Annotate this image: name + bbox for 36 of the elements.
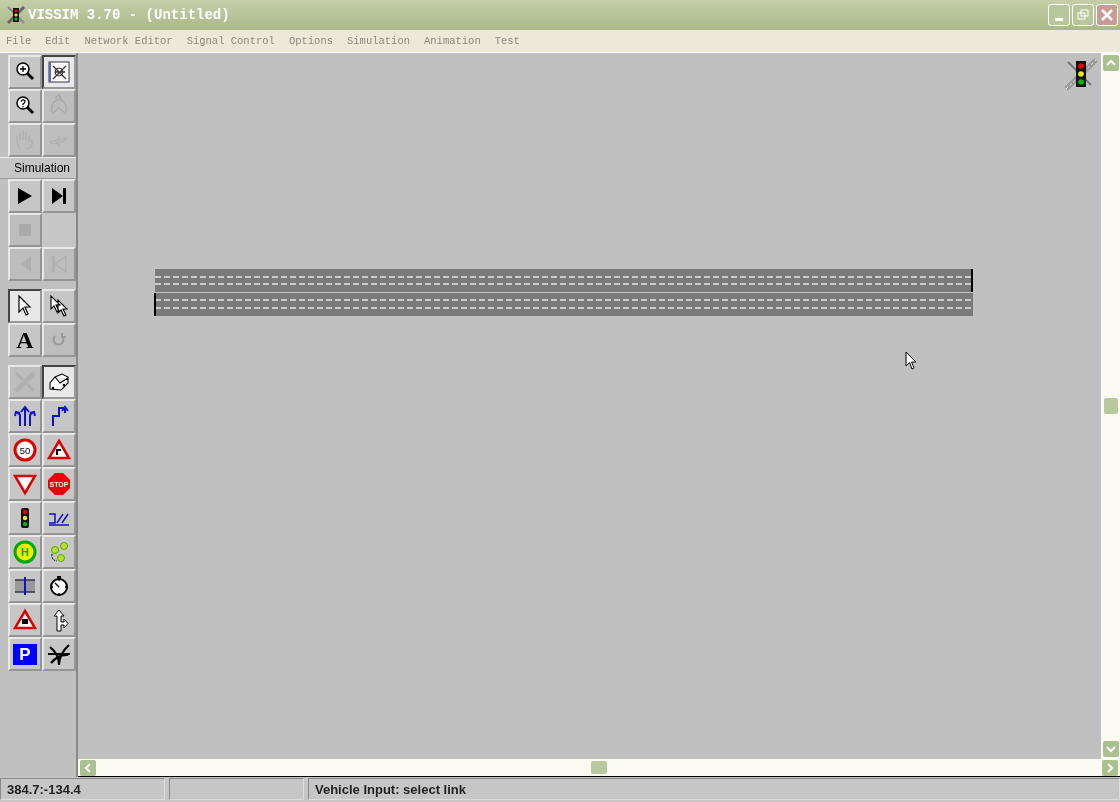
tool-button[interactable] xyxy=(42,55,76,89)
network-icon xyxy=(47,60,71,84)
vertical-scrollbar[interactable] xyxy=(1101,53,1120,759)
junction-icon xyxy=(47,642,71,666)
tool-button[interactable] xyxy=(8,289,42,323)
restore-icon xyxy=(1075,7,1091,23)
menu-item[interactable]: Animation xyxy=(424,35,481,47)
menu-item[interactable]: Signal Control xyxy=(186,35,275,47)
multi-pointer-icon xyxy=(47,294,71,318)
mouse-pointer-icon xyxy=(905,351,917,371)
window-title: VISSIM 3.70 - (Untitled) xyxy=(28,7,231,23)
scroll-thumb[interactable] xyxy=(591,761,607,774)
menu-item[interactable]: Simulation xyxy=(347,35,410,47)
warning-sign-icon xyxy=(47,438,71,462)
menu-item[interactable]: File xyxy=(6,35,32,47)
toolbar-label: Simulation xyxy=(0,157,76,179)
status-cell: Vehicle Input: select link xyxy=(308,778,1120,800)
menu-item[interactable]: Test xyxy=(494,35,520,47)
tool-button[interactable] xyxy=(42,365,76,399)
routing-arrows-icon xyxy=(13,404,37,428)
detector-icon xyxy=(13,574,37,598)
tool-button[interactable]: A xyxy=(8,323,42,357)
warning-car-icon xyxy=(13,608,37,632)
menu-item[interactable]: Edit xyxy=(45,35,71,47)
minimize-icon xyxy=(1055,17,1063,21)
scroll-thumb[interactable] xyxy=(1103,398,1118,414)
horizontal-scrollbar[interactable] xyxy=(78,759,1120,777)
status-cell: 384.7:-134.4 xyxy=(0,778,165,800)
menu-item[interactable]: Options xyxy=(288,35,333,47)
tool-button[interactable]: P xyxy=(8,637,42,671)
stopwatch-icon xyxy=(47,574,71,598)
menu-item[interactable]: Network Editor xyxy=(84,35,173,47)
close-icon xyxy=(1099,7,1115,23)
yield-sign-icon xyxy=(13,472,37,496)
traffic-light-icon xyxy=(6,5,26,25)
traffic-light-icon xyxy=(1063,57,1099,91)
